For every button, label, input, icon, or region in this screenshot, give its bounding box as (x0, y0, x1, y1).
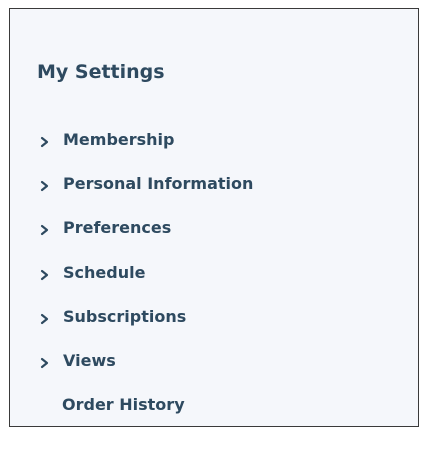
menu-item-label: Order History (62, 395, 185, 414)
chevron-right-icon (37, 215, 63, 241)
menu-item-subscriptions[interactable]: Subscriptions (37, 304, 186, 330)
menu-item-personal-information[interactable]: Personal Information (37, 171, 253, 197)
menu-item-label: Preferences (63, 218, 172, 237)
menu-item-membership[interactable]: Membership (37, 127, 175, 153)
menu-item-order-history[interactable]: Order History (62, 392, 185, 418)
chevron-right-icon (37, 127, 63, 153)
menu-item-label: Subscriptions (63, 307, 187, 326)
menu-item-schedule[interactable]: Schedule (37, 260, 145, 286)
settings-menu: Membership Personal Information Preferen… (10, 9, 418, 426)
chevron-right-icon (37, 304, 63, 330)
menu-item-label: Membership (63, 130, 175, 149)
chevron-right-icon (37, 260, 63, 286)
settings-panel: My Settings Membership Personal Informat… (9, 8, 419, 427)
chevron-right-icon (37, 348, 63, 374)
menu-item-label: Personal Information (63, 174, 254, 193)
menu-item-views[interactable]: Views (37, 348, 116, 374)
menu-item-preferences[interactable]: Preferences (37, 215, 171, 241)
chevron-right-icon (37, 171, 63, 197)
menu-item-label: Views (63, 351, 116, 370)
menu-item-label: Schedule (63, 263, 146, 282)
